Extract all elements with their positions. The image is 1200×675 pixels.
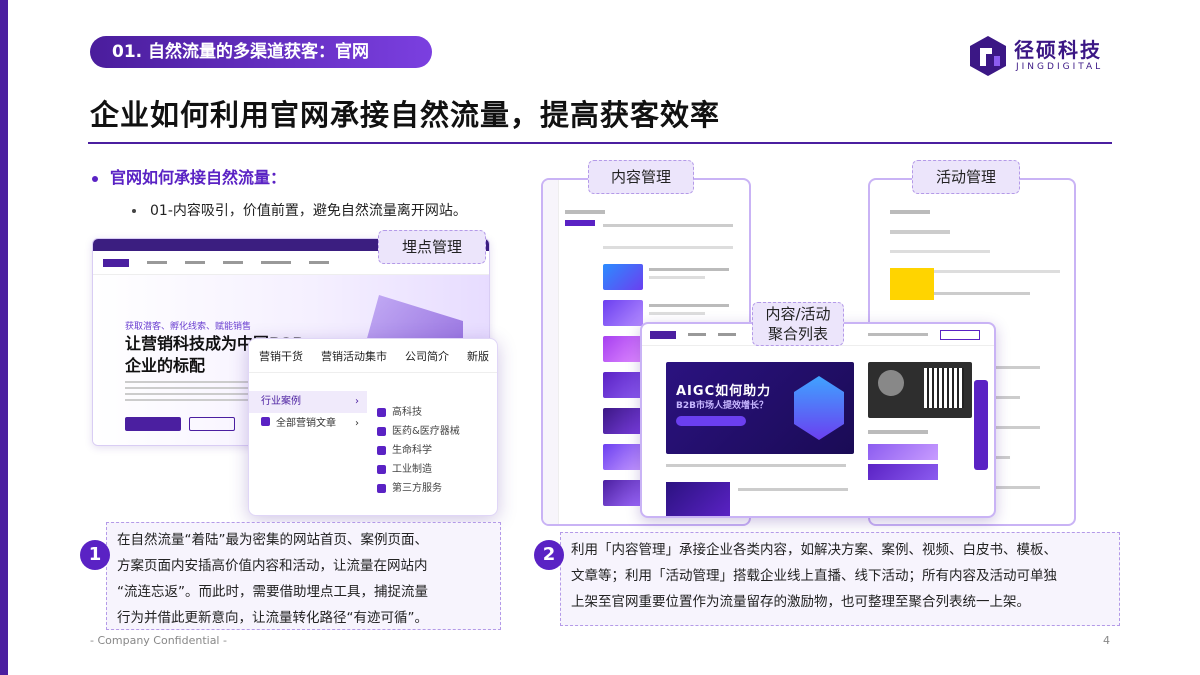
callout-2-line: 文章等；利用「活动管理」搭载企业线上直播、线下活动；所有内容及活动可单独 [571,568,1057,584]
bullet-level2-text: 01-内容吸引，价值前置，避免自然流量离开网站。 [150,203,467,219]
submenu-label: 生命科学 [392,445,432,456]
bullet-dot-icon [92,175,98,182]
agg-logo-icon [650,330,676,339]
tag-activity-management: 活动管理 [912,160,1020,194]
callout-1-line: 行为并借此更新意向，让流量转化路径“有迹可循”。 [117,610,428,626]
dropdown-tab[interactable]: 新版 [467,348,489,364]
tag-aggregate-list: 内容/活动 聚合列表 [752,302,844,346]
submenu-item[interactable]: 生命科学 [377,441,497,460]
left-accent-bar [0,0,8,675]
dropdown-tab[interactable]: 营销活动集市 [321,348,387,364]
banner-subtitle: B2B市场人提效增长？ [676,401,768,411]
agg-search-box[interactable] [940,329,980,340]
section-label: 01. 自然流量的多渠道获客：官网 [90,36,432,68]
dropdown-item-industry-cases[interactable]: 行业案例 › [249,391,367,413]
submenu-label: 第三方服务 [392,483,442,494]
submenu-item[interactable]: 工业制造 [377,460,497,479]
tag-tracking-tool: 埋点管理 [378,230,486,264]
page-number: 4 [1103,634,1110,647]
cm-list-row[interactable] [603,264,743,292]
chevron-right-icon: › [355,418,359,429]
submenu-item[interactable]: 第三方服务 [377,479,497,498]
banner-cta [676,416,746,426]
hero-description [125,381,255,401]
banner-title: AIGC如何助力 [676,384,772,399]
industry-icon [377,484,386,493]
hero-tagline: 获取潜客、孵化线索、赋能销售 [125,322,252,332]
aggregate-list-screenshot: AIGC如何助力 B2B市场人提效增长？ [640,322,996,518]
submenu-label: 工业制造 [392,464,432,475]
submenu-label: 高科技 [392,407,422,418]
industry-icon [377,408,386,417]
callout-1: 在自然流量“着陆”最为密集的网站首页、案例页面、 方案页面内安插高价值内容和活动… [106,522,501,630]
banner-graphic [794,376,844,440]
callout-2-line: 利用「内容管理」承接企业各类内容，如解决方案、案例、视频、白皮书、模板、 [571,542,1057,558]
floating-toolbar[interactable] [974,380,988,470]
cm-sidebar [543,180,559,524]
dropdown-item-label: 全部营销文章 [261,413,336,435]
callout-2: 利用「内容管理」承接企业各类内容，如解决方案、案例、视频、白皮书、模板、 文章等… [560,532,1120,626]
callout-1-line: “流连忘返”。而此时，需要借助埋点工具，捕捉流量 [117,584,428,600]
callout-2-line: 上架至官网重要位置作为流量留存的激励物，也可整理至聚合列表统一上架。 [571,594,1030,610]
nav-dropdown-screenshot: 营销干货 营销活动集市 公司简介 新版 行业案例 › 全部营销文章 › 高科技 … [248,338,498,516]
dropdown-left-menu: 行业案例 › 全部营销文章 › [249,373,367,515]
industry-icon [377,446,386,455]
tag-content-management: 内容管理 [588,160,694,194]
dropdown-submenu: 高科技 医药&医疗器械 生命科学 工业制造 第三方服务 [377,403,497,498]
callout-1-line: 在自然流量“着陆”最为密集的网站首页、案例页面、 [117,532,428,548]
logo-text-en: JINGDIGITAL [1016,62,1104,72]
submenu-item[interactable]: 医药&医疗器械 [377,422,497,441]
footer-confidential: - Company Confidential - [90,634,227,647]
dropdown-tabs: 营销干货 营销活动集市 公司简介 新版 [249,339,497,373]
callout-2-number: 2 [534,540,564,570]
dropdown-item-text: 全部营销文章 [276,418,336,429]
site-logo-icon [103,258,129,267]
submenu-label: 医药&医疗器械 [392,426,460,437]
hero-primary-button[interactable] [125,417,181,431]
qr-code-icon [924,368,964,408]
grid-icon [261,417,270,426]
title-divider [88,142,1112,144]
tag-aggregate-line2: 聚合列表 [767,325,828,343]
logo-text-cn: 径硕科技 [1014,38,1102,62]
chevron-right-icon: › [355,396,359,407]
dropdown-item-all-articles[interactable]: 全部营销文章 › [249,413,367,435]
industry-icon [377,427,386,436]
logo-mark-icon [970,36,1006,76]
submenu-item[interactable]: 高科技 [377,403,497,422]
agg-feature-banner[interactable]: AIGC如何助力 B2B市场人提效增长？ [666,362,854,454]
company-logo: 径硕科技 JINGDIGITAL [970,34,1120,78]
bullet-level1-text: 官网如何承接自然流量： [110,168,287,187]
tag-aggregate-line1: 内容/活动 [765,305,831,323]
bullet-level2: 01-内容吸引，价值前置，避免自然流量离开网站。 [132,200,467,220]
hero-secondary-button[interactable] [189,417,235,431]
agg-list-card[interactable] [666,482,730,516]
dropdown-tab[interactable]: 公司简介 [405,348,449,364]
callout-1-number: 1 [80,540,110,570]
bullet-dot-icon [132,209,136,213]
bullet-level1: 官网如何承接自然流量： [92,164,286,188]
page-title: 企业如何利用官网承接自然流量，提高获客效率 [90,98,721,132]
industry-icon [377,465,386,474]
dropdown-item-label: 行业案例 [261,396,301,407]
callout-1-line: 方案页面内安插高价值内容和活动，让流量在网站内 [117,558,428,574]
dropdown-tab[interactable]: 营销干货 [259,348,303,364]
